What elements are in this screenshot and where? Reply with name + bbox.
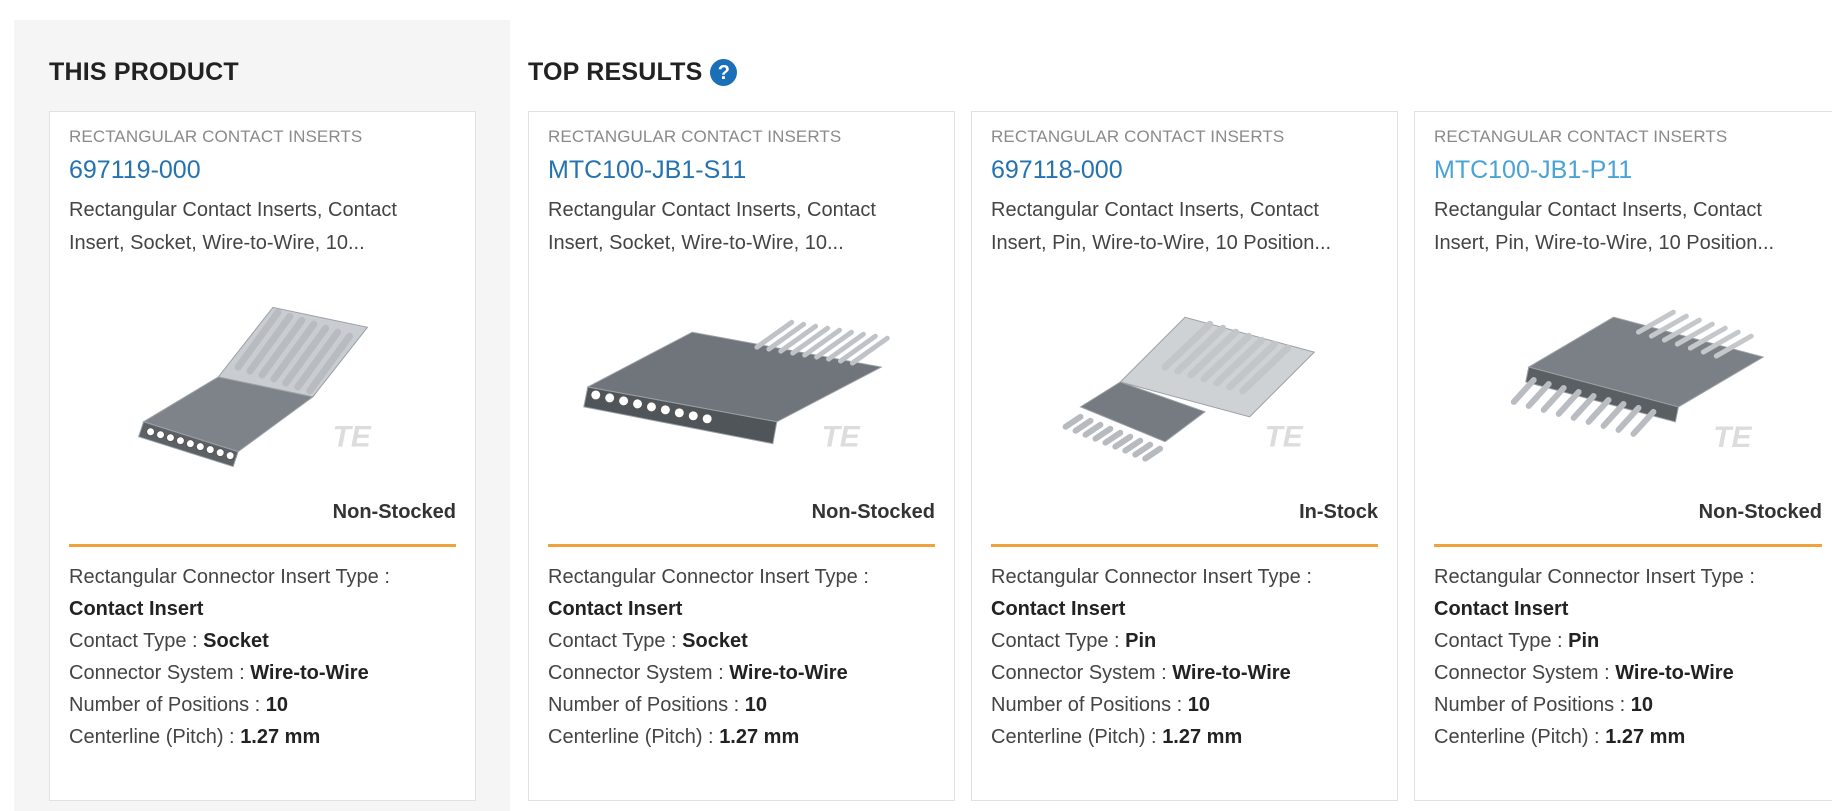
spec-list: Rectangular Connector Insert Type : Conta…: [548, 561, 935, 753]
spec-contact-type: Contact Type : Pin: [1434, 630, 1600, 652]
product-card[interactable]: RECTANGULAR CONTACT INSERTS 697119-000 R…: [49, 111, 476, 801]
card-divider: [991, 544, 1378, 547]
te-watermark: TE: [1265, 421, 1304, 454]
stock-status: Non-Stocked: [811, 501, 935, 523]
spec-pitch: Centerline (Pitch) : 1.27 mm: [548, 726, 800, 748]
connector-insert-graphic: [1510, 309, 1765, 437]
part-number-link[interactable]: MTC100-JB1-P11: [1434, 156, 1632, 185]
spec-list: Rectangular Connector Insert Type : Conta…: [69, 561, 456, 753]
spec-insert-type: Rectangular Connector Insert Type : Conta…: [548, 566, 869, 620]
question-circle-icon[interactable]: ?: [710, 59, 738, 86]
connector-image: TE: [583, 319, 890, 454]
card-divider: [1434, 544, 1822, 547]
stock-status: Non-Stocked: [1698, 501, 1822, 523]
spec-connector-system: Connector System : Wire-to-Wire: [548, 662, 848, 684]
product-card[interactable]: RECTANGULAR CONTACT INSERTS MTC100-JB1-S…: [528, 111, 955, 801]
spec-list: Rectangular Connector Insert Type : Conta…: [991, 561, 1378, 753]
connector-image: TE: [138, 306, 372, 468]
product-category: RECTANGULAR CONTACT INSERTS: [991, 127, 1285, 146]
product-image[interactable]: TE: [69, 272, 456, 487]
product-image[interactable]: TE: [991, 272, 1378, 487]
connector-image: TE: [1062, 316, 1316, 462]
card-divider: [548, 544, 935, 547]
te-watermark: TE: [1713, 421, 1752, 454]
te-watermark: TE: [822, 421, 861, 454]
spec-insert-type: Rectangular Connector Insert Type : Conta…: [69, 566, 390, 620]
product-card[interactable]: RECTANGULAR CONTACT INSERTS 697118-000 R…: [971, 111, 1398, 801]
top-results-title: TOP RESULTS: [528, 58, 703, 86]
product-image[interactable]: TE: [1434, 272, 1822, 487]
stock-status: Non-Stocked: [332, 501, 456, 523]
spec-insert-type: Rectangular Connector Insert Type : Conta…: [1434, 566, 1755, 620]
spec-positions: Number of Positions : 10: [548, 694, 768, 716]
product-category: RECTANGULAR CONTACT INSERTS: [69, 127, 363, 146]
te-watermark: TE: [333, 421, 372, 454]
product-image[interactable]: TE: [548, 272, 935, 487]
spec-pitch: Centerline (Pitch) : 1.27 mm: [991, 726, 1243, 748]
spec-pitch: Centerline (Pitch) : 1.27 mm: [1434, 726, 1686, 748]
spec-list: Rectangular Connector Insert Type : Conta…: [1434, 561, 1822, 753]
spec-positions: Number of Positions : 10: [69, 694, 289, 716]
spec-insert-type: Rectangular Connector Insert Type : Conta…: [991, 566, 1312, 620]
product-category: RECTANGULAR CONTACT INSERTS: [548, 127, 842, 146]
product-description: Rectangular Contact Inserts, Contact Ins…: [1434, 199, 1775, 254]
connector-image: TE: [1510, 309, 1765, 454]
product-description: Rectangular Contact Inserts, Contact Ins…: [548, 199, 876, 254]
part-number-link[interactable]: 697119-000: [69, 156, 201, 185]
product-category: RECTANGULAR CONTACT INSERTS: [1434, 127, 1728, 146]
spec-contact-type: Contact Type : Pin: [991, 630, 1157, 652]
spec-connector-system: Connector System : Wire-to-Wire: [1434, 662, 1734, 684]
spec-pitch: Centerline (Pitch) : 1.27 mm: [69, 726, 321, 748]
product-card[interactable]: RECTANGULAR CONTACT INSERTS MTC100-JB1-P…: [1414, 111, 1832, 801]
spec-positions: Number of Positions : 10: [991, 694, 1211, 716]
stock-status: In-Stock: [1299, 501, 1378, 523]
card-divider: [69, 544, 456, 547]
spec-contact-type: Contact Type : Socket: [548, 630, 748, 652]
part-number-link[interactable]: 697118-000: [991, 156, 1123, 185]
this-product-heading: THIS PRODUCT: [49, 58, 239, 86]
top-results-heading: TOP RESULTS ?: [528, 58, 738, 87]
product-description: Rectangular Contact Inserts, Contact Ins…: [69, 199, 397, 254]
product-description: Rectangular Contact Inserts, Contact Ins…: [991, 199, 1332, 254]
spec-positions: Number of Positions : 10: [1434, 694, 1654, 716]
part-number-link[interactable]: MTC100-JB1-S11: [548, 156, 746, 185]
spec-contact-type: Contact Type : Socket: [69, 630, 269, 652]
spec-connector-system: Connector System : Wire-to-Wire: [991, 662, 1291, 684]
spec-connector-system: Connector System : Wire-to-Wire: [69, 662, 369, 684]
